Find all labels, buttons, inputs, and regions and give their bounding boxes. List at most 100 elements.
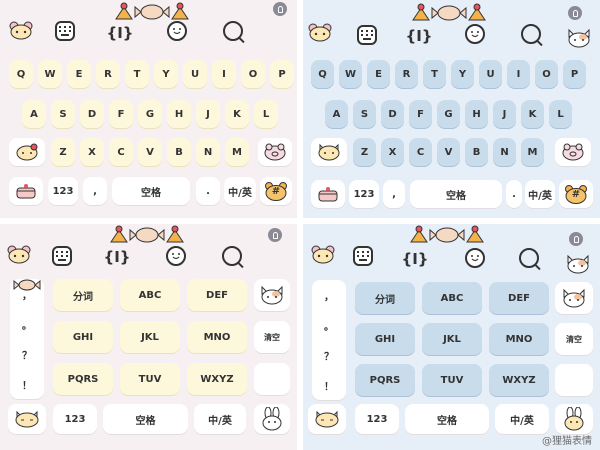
key-n[interactable]: N <box>493 138 516 166</box>
key-i[interactable]: I <box>212 60 236 88</box>
key-u[interactable]: U <box>479 60 502 88</box>
key-r[interactable]: R <box>96 60 120 88</box>
user-avatar-icon[interactable] <box>268 228 282 242</box>
comma-key[interactable]: , <box>83 177 107 205</box>
key-q[interactable]: Q <box>9 60 33 88</box>
key-mno[interactable]: MNO <box>489 323 549 355</box>
cat-face-icon[interactable] <box>565 254 591 274</box>
key-w[interactable]: W <box>38 60 62 88</box>
key-t[interactable]: T <box>423 60 446 88</box>
text-cursor-icon[interactable]: {I} <box>406 25 433 47</box>
bear-face-icon[interactable] <box>307 22 333 42</box>
key-mno[interactable]: MNO <box>187 321 247 353</box>
num-key[interactable]: 123 <box>355 404 399 434</box>
cat-face-icon[interactable] <box>566 28 592 48</box>
smiley-icon[interactable] <box>167 21 187 41</box>
key-pqrs[interactable]: PQRS <box>355 364 415 396</box>
key-l[interactable]: L <box>549 100 572 128</box>
key-o[interactable]: O <box>241 60 265 88</box>
clear-key[interactable]: 清空 <box>555 323 593 355</box>
lang-switch-key[interactable]: 中/英 <box>495 404 549 434</box>
key-f[interactable]: F <box>409 100 432 128</box>
key-wxyz[interactable]: WXYZ <box>489 364 549 396</box>
user-avatar-icon[interactable] <box>568 6 582 20</box>
text-cursor-icon[interactable]: {I} <box>402 248 429 270</box>
key-a[interactable]: A <box>325 100 348 128</box>
key-abc[interactable]: ABC <box>120 279 180 311</box>
space-key[interactable]: 空格 <box>112 177 190 205</box>
comma-key[interactable]: , <box>383 180 405 208</box>
key-f[interactable]: F <box>109 100 133 128</box>
backspace-key-cat-icon[interactable] <box>555 282 593 314</box>
smiley-icon[interactable] <box>166 246 186 266</box>
search-q-icon[interactable] <box>222 246 242 266</box>
key-c[interactable]: C <box>109 138 133 166</box>
hash-key-bear-icon[interactable]: # <box>559 180 593 208</box>
enter-key-bunny-icon[interactable] <box>555 404 593 434</box>
key-y[interactable]: Y <box>154 60 178 88</box>
key-jkl[interactable]: JKL <box>422 323 482 355</box>
punct-exclaim[interactable]: ！ <box>22 377 32 392</box>
key-u[interactable]: U <box>183 60 207 88</box>
smiley-icon[interactable] <box>465 24 485 44</box>
key-fenci[interactable]: 分词 <box>355 282 415 314</box>
punctuation-list[interactable]: ， 。 ？ ！ <box>10 279 44 399</box>
keyboard-grid-icon[interactable] <box>353 246 373 266</box>
shift-key-cat-icon[interactable] <box>311 138 347 166</box>
num-key[interactable]: 123 <box>349 180 379 208</box>
punct-comma[interactable]: ， <box>324 288 334 303</box>
key-p[interactable]: P <box>270 60 294 88</box>
enter-key[interactable] <box>555 364 593 396</box>
bear-face-icon[interactable] <box>310 244 336 264</box>
key-tuv[interactable]: TUV <box>120 363 180 395</box>
punct-question[interactable]: ？ <box>22 347 32 362</box>
key-j[interactable]: J <box>493 100 516 128</box>
search-q-icon[interactable] <box>223 21 243 41</box>
key-h[interactable]: H <box>167 100 191 128</box>
backspace-key-cat-icon[interactable] <box>254 279 290 311</box>
lang-switch-key[interactable]: 中/英 <box>525 180 555 208</box>
keyboard-grid-icon[interactable] <box>52 246 72 266</box>
key-fenci[interactable]: 分词 <box>53 279 113 311</box>
emoji-key-cake-icon[interactable] <box>311 180 345 208</box>
backspace-key-bear-icon[interactable] <box>555 138 591 166</box>
emoji-key-cat-icon[interactable] <box>308 404 346 434</box>
space-key[interactable]: 空格 <box>405 404 489 434</box>
key-m[interactable]: M <box>225 138 249 166</box>
key-y[interactable]: Y <box>451 60 474 88</box>
key-pqrs[interactable]: PQRS <box>53 363 113 395</box>
key-def[interactable]: DEF <box>489 282 549 314</box>
backspace-key-bear-icon[interactable] <box>258 138 292 166</box>
key-x[interactable]: X <box>381 138 404 166</box>
key-t[interactable]: T <box>125 60 149 88</box>
key-l[interactable]: L <box>254 100 278 128</box>
key-i[interactable]: I <box>507 60 530 88</box>
keyboard-grid-icon[interactable] <box>357 25 377 45</box>
bear-face-icon[interactable] <box>6 244 32 264</box>
key-e[interactable]: E <box>67 60 91 88</box>
key-b[interactable]: B <box>465 138 488 166</box>
text-cursor-icon[interactable]: {I} <box>107 22 134 44</box>
key-tuv[interactable]: TUV <box>422 364 482 396</box>
keyboard-grid-icon[interactable] <box>55 21 75 41</box>
punctuation-list[interactable]: ， 。 ？ ！ <box>312 280 346 400</box>
clear-key[interactable]: 清空 <box>254 321 290 353</box>
punct-period[interactable]: 。 <box>324 318 334 333</box>
key-v[interactable]: V <box>437 138 460 166</box>
key-a[interactable]: A <box>22 100 46 128</box>
key-j[interactable]: J <box>196 100 220 128</box>
punct-question[interactable]: ？ <box>324 348 334 363</box>
key-s[interactable]: S <box>353 100 376 128</box>
key-x[interactable]: X <box>80 138 104 166</box>
key-n[interactable]: N <box>196 138 220 166</box>
key-e[interactable]: E <box>367 60 390 88</box>
key-s[interactable]: S <box>51 100 75 128</box>
key-v[interactable]: V <box>138 138 162 166</box>
key-m[interactable]: M <box>521 138 544 166</box>
period-key[interactable]: . <box>506 180 522 208</box>
key-p[interactable]: P <box>563 60 586 88</box>
lang-switch-key[interactable]: 中/英 <box>194 404 246 434</box>
key-k[interactable]: K <box>521 100 544 128</box>
space-key[interactable]: 空格 <box>103 404 188 434</box>
key-o[interactable]: O <box>535 60 558 88</box>
